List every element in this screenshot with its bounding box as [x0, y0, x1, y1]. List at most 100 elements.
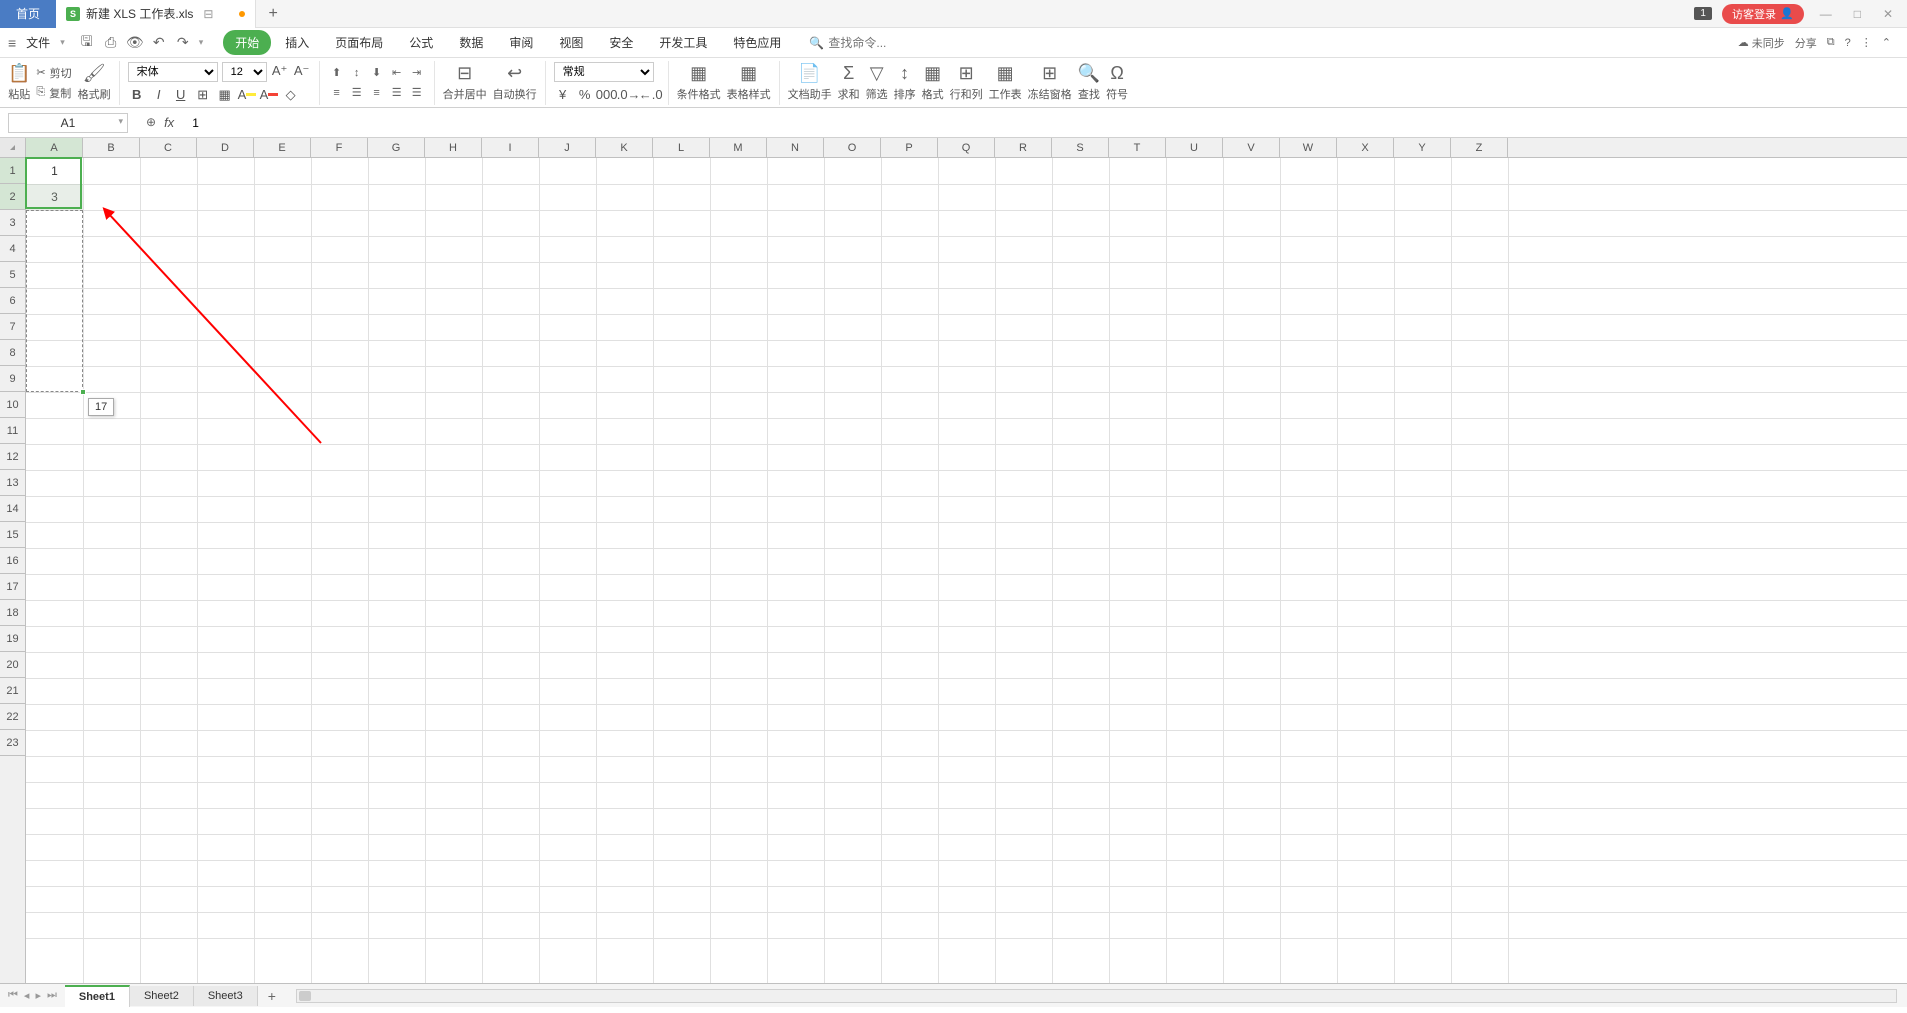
- row-header-19[interactable]: 19: [0, 626, 25, 652]
- print-icon[interactable]: ⎙: [103, 35, 119, 51]
- row-header-6[interactable]: 6: [0, 288, 25, 314]
- conditional-format-button[interactable]: ▦条件格式: [677, 63, 721, 102]
- sheet-next-button[interactable]: ▸: [33, 989, 43, 1002]
- row-header-23[interactable]: 23: [0, 730, 25, 756]
- row-header-10[interactable]: 10: [0, 392, 25, 418]
- format-painter-button[interactable]: 🖌 格式刷: [78, 63, 111, 102]
- menu-icon[interactable]: ≡: [8, 35, 16, 51]
- tab-layout[interactable]: 页面布局: [323, 30, 395, 55]
- decrease-decimal-button[interactable]: ←.0: [642, 86, 660, 104]
- tab-data[interactable]: 数据: [447, 30, 495, 55]
- collapse-ribbon-icon[interactable]: ⌃: [1882, 36, 1891, 49]
- name-box[interactable]: A1: [8, 113, 128, 133]
- row-header-22[interactable]: 22: [0, 704, 25, 730]
- align-justify-button[interactable]: ☰: [388, 84, 406, 102]
- row-header-17[interactable]: 17: [0, 574, 25, 600]
- border-button[interactable]: ⊞: [194, 86, 212, 104]
- col-header-m[interactable]: M: [710, 138, 767, 157]
- tab-review[interactable]: 审阅: [497, 30, 545, 55]
- row-header-3[interactable]: 3: [0, 210, 25, 236]
- file-menu[interactable]: 文件: [26, 34, 50, 51]
- align-center-button[interactable]: ☰: [348, 84, 366, 102]
- share-button[interactable]: 分享: [1795, 35, 1817, 51]
- doc-helper-button[interactable]: 📄文档助手: [788, 63, 832, 102]
- format-button[interactable]: ▦格式: [922, 63, 944, 102]
- cell-a1[interactable]: 1: [26, 158, 83, 184]
- col-header-z[interactable]: Z: [1451, 138, 1508, 157]
- undo-icon[interactable]: ↶: [151, 35, 167, 51]
- currency-button[interactable]: ¥: [554, 86, 572, 104]
- zoom-icon[interactable]: ⊕: [146, 115, 156, 130]
- font-color-button[interactable]: A: [260, 86, 278, 104]
- find-button[interactable]: 🔍查找: [1078, 63, 1100, 102]
- col-header-s[interactable]: S: [1052, 138, 1109, 157]
- sheet-first-button[interactable]: ⏮: [6, 989, 20, 1002]
- col-header-c[interactable]: C: [140, 138, 197, 157]
- row-header-12[interactable]: 12: [0, 444, 25, 470]
- col-header-e[interactable]: E: [254, 138, 311, 157]
- cells-area[interactable]: 1 3 17: [26, 158, 1907, 983]
- symbol-button[interactable]: Ω符号: [1106, 63, 1128, 102]
- row-header-2[interactable]: 2: [0, 184, 25, 210]
- number-format-select[interactable]: 常规: [554, 62, 654, 82]
- col-header-f[interactable]: F: [311, 138, 368, 157]
- percent-button[interactable]: %: [576, 86, 594, 104]
- fill-color-button[interactable]: A: [238, 86, 256, 104]
- align-left-button[interactable]: ≡: [328, 84, 346, 102]
- align-distribute-button[interactable]: ☰: [408, 84, 426, 102]
- tab-security[interactable]: 安全: [597, 30, 645, 55]
- bold-button[interactable]: B: [128, 86, 146, 104]
- document-tab[interactable]: S 新建 XLS 工作表.xls ⊟: [56, 0, 256, 28]
- scrollbar-thumb[interactable]: [299, 991, 311, 1001]
- notification-badge[interactable]: 1: [1694, 7, 1712, 20]
- font-name-select[interactable]: 宋体: [128, 62, 218, 82]
- col-header-h[interactable]: H: [425, 138, 482, 157]
- col-header-a[interactable]: A: [26, 138, 83, 157]
- freeze-button[interactable]: ⊞冻结窗格: [1028, 63, 1072, 102]
- col-header-d[interactable]: D: [197, 138, 254, 157]
- indent-increase-button[interactable]: ⇥: [408, 64, 426, 82]
- search-input[interactable]: [828, 36, 908, 50]
- command-search[interactable]: 🔍: [809, 36, 908, 50]
- align-middle-button[interactable]: ↕: [348, 64, 366, 82]
- tab-pin-icon[interactable]: ⊟: [203, 7, 213, 21]
- tab-formula[interactable]: 公式: [397, 30, 445, 55]
- clear-format-button[interactable]: ◇: [282, 86, 300, 104]
- cut-button[interactable]: ✂剪切: [36, 65, 71, 81]
- merge-button[interactable]: ⊟合并居中: [443, 63, 487, 102]
- row-col-button[interactable]: ⊞行和列: [950, 63, 983, 102]
- col-header-t[interactable]: T: [1109, 138, 1166, 157]
- increase-font-button[interactable]: A⁺: [271, 62, 289, 80]
- decrease-font-button[interactable]: A⁻: [293, 62, 311, 80]
- row-header-14[interactable]: 14: [0, 496, 25, 522]
- col-header-r[interactable]: R: [995, 138, 1052, 157]
- row-header-11[interactable]: 11: [0, 418, 25, 444]
- home-tab[interactable]: 首页: [0, 0, 56, 28]
- col-header-g[interactable]: G: [368, 138, 425, 157]
- col-header-y[interactable]: Y: [1394, 138, 1451, 157]
- tab-special[interactable]: 特色应用: [721, 30, 793, 55]
- row-header-1[interactable]: 1: [0, 158, 25, 184]
- col-header-b[interactable]: B: [83, 138, 140, 157]
- print-preview-icon[interactable]: 👁: [127, 35, 143, 51]
- row-header-5[interactable]: 5: [0, 262, 25, 288]
- increase-decimal-button[interactable]: .0→: [620, 86, 638, 104]
- col-header-o[interactable]: O: [824, 138, 881, 157]
- add-sheet-button[interactable]: +: [258, 988, 286, 1004]
- col-header-p[interactable]: P: [881, 138, 938, 157]
- external-icon[interactable]: ⧉: [1827, 36, 1835, 49]
- row-header-7[interactable]: 7: [0, 314, 25, 340]
- col-header-j[interactable]: J: [539, 138, 596, 157]
- paste-button[interactable]: 📋 粘贴: [8, 63, 30, 102]
- col-header-w[interactable]: W: [1280, 138, 1337, 157]
- row-header-9[interactable]: 9: [0, 366, 25, 392]
- row-header-13[interactable]: 13: [0, 470, 25, 496]
- redo-icon[interactable]: ↷: [175, 35, 191, 51]
- row-header-4[interactable]: 4: [0, 236, 25, 262]
- col-header-n[interactable]: N: [767, 138, 824, 157]
- sheet-prev-button[interactable]: ◂: [22, 989, 32, 1002]
- worksheet-button[interactable]: ▦工作表: [989, 63, 1022, 102]
- col-header-i[interactable]: I: [482, 138, 539, 157]
- more-icon[interactable]: ⋮: [1861, 36, 1872, 49]
- tab-view[interactable]: 视图: [547, 30, 595, 55]
